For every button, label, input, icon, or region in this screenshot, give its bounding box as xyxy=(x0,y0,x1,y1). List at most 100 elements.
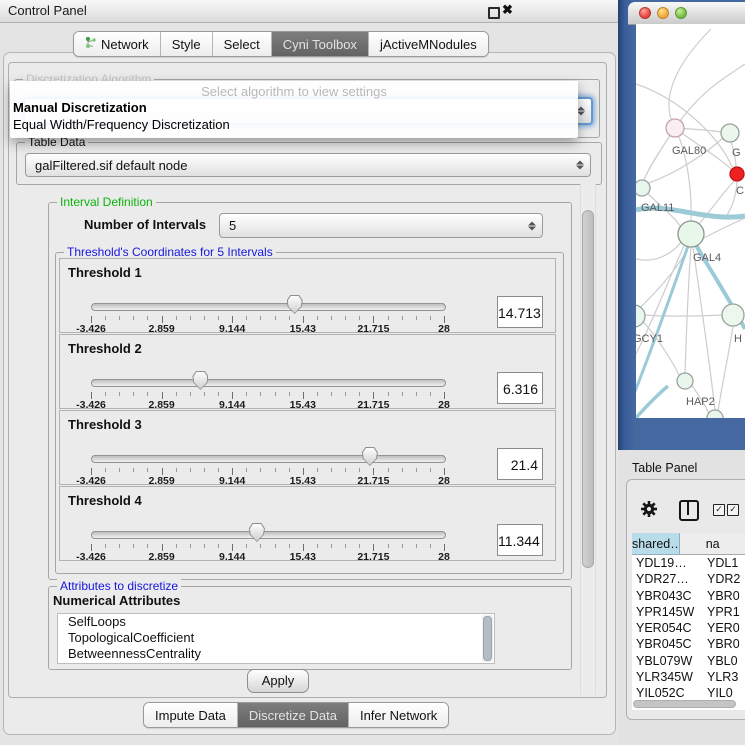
threshold-value-field[interactable]: 21.4 xyxy=(497,448,543,480)
threshold-value-field[interactable]: 14.713 xyxy=(497,296,543,328)
apply-button[interactable]: Apply xyxy=(247,669,309,693)
table-row[interactable]: YBL079WYBL0 xyxy=(632,653,745,669)
tick-mark xyxy=(359,316,360,320)
dropdown-hint: Select algorithm to view settings xyxy=(10,81,578,99)
list-scrollbar-thumb[interactable] xyxy=(483,616,492,661)
tab-jactivemnodules[interactable]: jActiveMNodules xyxy=(369,32,488,56)
tab-label: Cyni Toolbox xyxy=(283,37,357,52)
network-node[interactable] xyxy=(678,221,704,247)
list-item[interactable]: TopologicalCoefficient xyxy=(58,630,494,646)
slider-track[interactable] xyxy=(91,379,446,387)
tick-mark xyxy=(218,468,219,472)
cell-name: YER0 xyxy=(699,620,740,636)
list-item[interactable]: BetweennessCentrality xyxy=(58,646,494,662)
split-view-icon[interactable] xyxy=(679,500,699,521)
tick-mark xyxy=(289,544,290,548)
dropdown-item[interactable]: Equal Width/Frequency Discretization xyxy=(10,116,578,133)
cell-shared-name: YBL079W xyxy=(632,653,699,669)
tick-mark xyxy=(331,392,332,396)
tick-mark xyxy=(190,468,191,472)
minimize-traffic-light-icon[interactable] xyxy=(657,7,669,19)
network-node[interactable] xyxy=(636,305,645,327)
tick-mark xyxy=(162,468,163,475)
network-node[interactable] xyxy=(666,119,684,137)
network-node[interactable] xyxy=(721,124,739,142)
table-row[interactable]: YPR145WYPR1 xyxy=(632,604,745,620)
list-scrollbar[interactable] xyxy=(482,615,493,662)
tick-mark xyxy=(373,468,374,475)
checkbox-icon[interactable]: ✓ xyxy=(727,504,739,516)
tick-mark xyxy=(119,316,120,320)
tick-mark xyxy=(190,544,191,548)
table-row[interactable]: YER054CYER0 xyxy=(632,620,745,636)
tick-label: 15.43 xyxy=(290,551,316,563)
network-node[interactable] xyxy=(636,180,650,196)
node-attribute-table[interactable]: shared… na YDL19…YDL1YDR27…YDR2YBR043CYB… xyxy=(632,533,745,710)
network-node[interactable] xyxy=(707,410,723,418)
tab-impute-data[interactable]: Impute Data xyxy=(144,703,238,727)
cell-shared-name: YBR045C xyxy=(632,636,699,652)
combo-arrows-icon xyxy=(577,106,585,117)
tab-style[interactable]: Style xyxy=(161,32,213,56)
float-window-icon[interactable] xyxy=(488,7,500,19)
table-row[interactable]: YBR043CYBR0 xyxy=(632,588,745,604)
slider-thumb[interactable] xyxy=(362,447,378,466)
network-node[interactable] xyxy=(730,167,744,181)
table-data-combo[interactable]: galFiltered.sif default node xyxy=(25,153,591,177)
network-node[interactable] xyxy=(722,304,744,326)
tick-mark xyxy=(303,316,304,323)
tick-mark xyxy=(275,544,276,548)
table-row[interactable]: YLR345WYLR3 xyxy=(632,669,745,685)
slider-track[interactable] xyxy=(91,531,446,539)
table-row[interactable]: YDR27…YDR2 xyxy=(632,571,745,587)
slider-track[interactable] xyxy=(91,455,446,463)
numerical-attributes-list[interactable]: SelfLoopsTopologicalCoefficientBetweenne… xyxy=(57,613,495,664)
attributes-group: Attributes to discretize Numerical Attri… xyxy=(48,586,572,670)
gear-icon[interactable] xyxy=(640,500,658,518)
column-header-shared[interactable]: shared… xyxy=(632,533,680,555)
tick-label: 9.144 xyxy=(219,551,245,563)
slider-ticks xyxy=(91,544,444,552)
cell-name: YPR1 xyxy=(699,604,740,620)
table-row[interactable]: YBR045CYBR0 xyxy=(632,636,745,652)
tab-cyni-toolbox[interactable]: Cyni Toolbox xyxy=(272,32,369,56)
panel-scrollbar-thumb[interactable] xyxy=(582,210,594,568)
num-intervals-label: Number of Intervals xyxy=(84,217,206,232)
control-panel-titlebar: Control Panel ✖ xyxy=(0,0,620,23)
slider-ticks xyxy=(91,468,444,476)
dropdown-item[interactable]: Manual Discretization xyxy=(10,99,578,116)
tick-mark xyxy=(317,468,318,472)
threshold-value-field[interactable]: 6.316 xyxy=(497,372,543,404)
tick-mark xyxy=(331,316,332,320)
network-view-canvas[interactable]: GAL80GCGAL11GAL4GCY1HHAP2 xyxy=(636,24,745,418)
tab-network[interactable]: Network xyxy=(74,32,161,56)
tick-mark xyxy=(345,392,346,396)
column-header-name[interactable]: na xyxy=(680,533,745,555)
zoom-traffic-light-icon[interactable] xyxy=(675,7,687,19)
num-intervals-combo[interactable]: 5 xyxy=(219,213,543,238)
list-item[interactable]: SelfLoops xyxy=(58,614,494,630)
slider-track[interactable] xyxy=(91,303,446,311)
tick-mark xyxy=(444,392,445,399)
table-panel-title: Table Panel xyxy=(632,461,697,475)
slider-thumb[interactable] xyxy=(249,523,265,542)
threshold-value-field[interactable]: 11.344 xyxy=(497,524,543,556)
cell-shared-name: YPR145W xyxy=(632,604,699,620)
checkbox-icon[interactable]: ✓ xyxy=(713,504,725,516)
table-hscrollbar-thumb[interactable] xyxy=(633,700,736,708)
tick-mark xyxy=(204,544,205,548)
tab-discretize-data[interactable]: Discretize Data xyxy=(238,703,349,727)
table-row[interactable]: YDL19…YDL1 xyxy=(632,555,745,571)
close-icon[interactable]: ✖ xyxy=(502,2,513,18)
threshold-panel: Threshold 3-3.4262.8599.14415.4321.71528… xyxy=(59,410,556,485)
tab-select[interactable]: Select xyxy=(213,32,272,56)
algorithm-dropdown-popup: Select algorithm to view settings Manual… xyxy=(10,81,578,138)
slider-thumb[interactable] xyxy=(192,371,208,390)
threshold-panel: Threshold 4-3.4262.8599.14415.4321.71528… xyxy=(59,486,556,561)
cell-name: YBL0 xyxy=(699,653,738,669)
tick-mark xyxy=(345,544,346,548)
tab-infer-network[interactable]: Infer Network xyxy=(349,703,448,727)
slider-thumb[interactable] xyxy=(287,295,303,314)
network-node[interactable] xyxy=(677,373,693,389)
close-traffic-light-icon[interactable] xyxy=(639,7,651,19)
